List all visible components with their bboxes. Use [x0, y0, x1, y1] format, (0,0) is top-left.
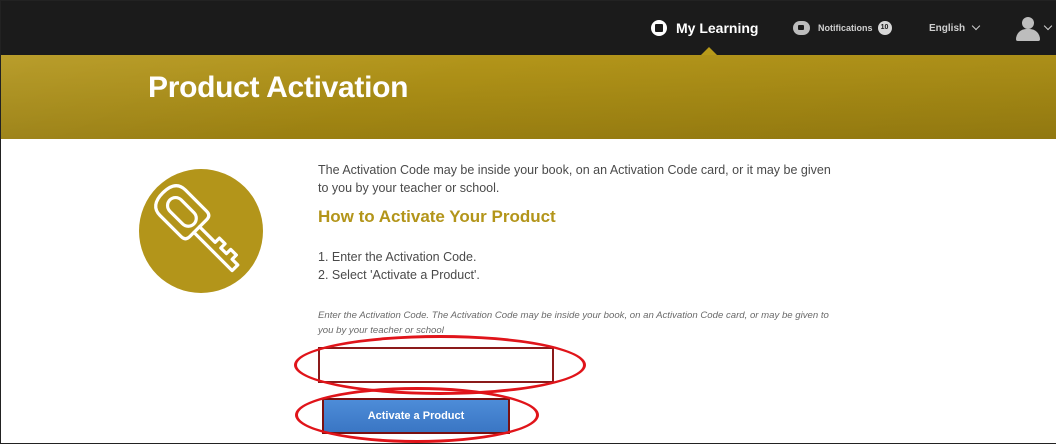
intro-text: The Activation Code may be inside your b…	[318, 163, 831, 195]
step-1: 1. Enter the Activation Code.	[318, 250, 477, 264]
activate-product-button[interactable]: Activate a Product	[322, 398, 510, 434]
nav-my-learning-label: My Learning	[676, 20, 759, 36]
nav-notifications[interactable]: Notifications 10	[793, 1, 892, 55]
top-navigation-bar: My Learning Notifications 10 English	[1, 1, 1056, 55]
page-title: Product Activation	[148, 71, 409, 104]
active-nav-caret	[701, 47, 717, 55]
how-to-activate-heading: How to Activate Your Product	[318, 207, 556, 226]
key-icon	[154, 184, 240, 273]
chevron-down-icon	[1043, 21, 1053, 31]
my-learning-icon	[651, 20, 667, 36]
nav-notifications-label: Notifications	[818, 23, 873, 33]
language-selector[interactable]: English	[929, 1, 981, 55]
notifications-count-badge: 10	[877, 21, 892, 35]
language-label: English	[929, 22, 966, 34]
avatar-icon	[1013, 14, 1043, 42]
notifications-icon	[793, 21, 810, 35]
steps-list: 1. Enter the Activation Code. 2. Select …	[318, 248, 838, 284]
activation-code-input[interactable]	[318, 347, 554, 383]
activation-content: The Activation Code may be inside your b…	[318, 161, 838, 284]
chevron-down-icon	[971, 21, 981, 31]
user-menu[interactable]	[1013, 1, 1053, 55]
step-2: 2. Select 'Activate a Product'.	[318, 268, 480, 282]
page-header-band: Product Activation	[1, 55, 1056, 139]
key-badge	[139, 169, 263, 293]
activation-code-hint: Enter the Activation Code. The Activatio…	[318, 310, 829, 336]
page-frame: My Learning Notifications 10 English Pro…	[0, 0, 1056, 444]
